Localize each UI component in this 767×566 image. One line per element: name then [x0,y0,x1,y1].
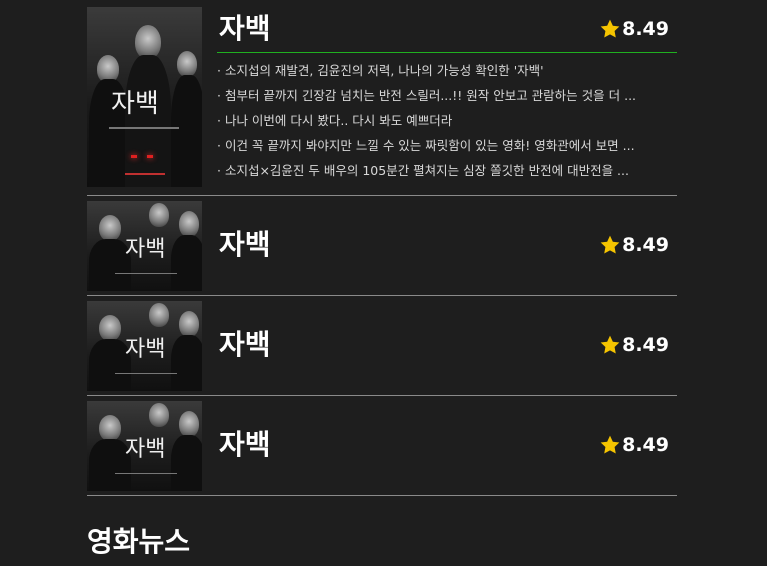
star-icon [600,235,620,254]
star-icon [600,335,620,354]
poster-title-text: 자백 [125,237,166,262]
movie-poster[interactable]: 자백 [87,401,202,491]
review-item[interactable]: · 이건 꼭 끝까지 봐야지만 느낄 수 있는 짜릿함이 있는 영화! 영화관에… [217,133,677,158]
poster-title-text: 자백 [125,437,166,462]
star-icon [600,435,620,454]
review-list: · 소지섭의 재발견, 김윤진의 저력, 나나의 가능성 확인한 '자백' · … [217,58,677,183]
rating-value: 8.49 [622,18,669,40]
movie-poster[interactable]: 자백 [87,7,202,187]
movie-title[interactable]: 자백 [219,228,271,262]
star-icon [600,19,620,38]
movie-list-item[interactable]: 자백 자백 8.49 [87,196,677,296]
poster-title-text: 자백 [125,337,166,362]
review-item[interactable]: · 나나 이번에 다시 봤다.. 다시 봐도 예쁘더라 [217,108,677,133]
rating-value: 8.49 [622,434,669,456]
rating-value: 8.49 [622,334,669,356]
movie-list: 자백 자백 8.49 · 소지섭의 재발견, 김윤진의 저력, 나나의 가능성 … [87,0,677,496]
movie-rating: 8.49 [599,234,669,256]
movie-title[interactable]: 자백 [219,328,271,362]
section-title-news: 영화뉴스 [87,525,191,558]
movie-title[interactable]: 자백 [219,12,271,46]
featured-header: 자백 8.49 [217,0,677,53]
movie-rating: 8.49 [599,18,669,40]
featured-movie[interactable]: 자백 자백 8.49 · 소지섭의 재발견, 김윤진의 저력, 나나의 가능성 … [87,0,677,196]
movie-list-item[interactable]: 자백 자백 8.49 [87,396,677,496]
movie-poster[interactable]: 자백 [87,301,202,391]
movie-list-item[interactable]: 자백 자백 8.49 [87,296,677,396]
review-item[interactable]: · 소지섭의 재발견, 김윤진의 저력, 나나의 가능성 확인한 '자백' [217,58,677,83]
review-item[interactable]: · 첨부터 끝까지 긴장감 넘치는 반전 스릴러...!! 원작 안보고 관람하… [217,83,677,108]
review-item[interactable]: · 소지섭×김윤진 두 배우의 105분간 펼쳐지는 심장 쫄깃한 반전에 대반… [217,158,677,183]
movie-title[interactable]: 자백 [219,428,271,462]
poster-title-text: 자백 [111,89,159,119]
rating-value: 8.49 [622,234,669,256]
movie-poster[interactable]: 자백 [87,201,202,291]
movie-rating: 8.49 [599,434,669,456]
movie-rating: 8.49 [599,334,669,356]
